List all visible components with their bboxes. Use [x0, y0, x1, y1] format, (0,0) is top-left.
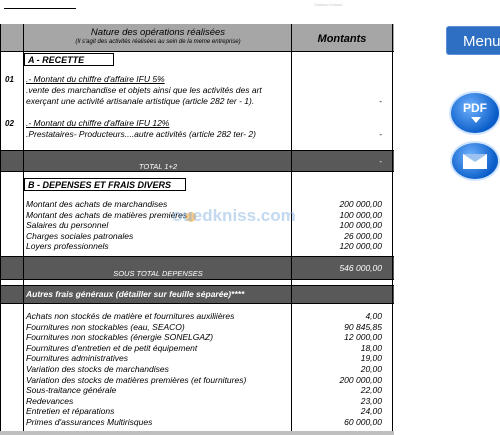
expense-label: Loyers professionnels [26, 241, 109, 251]
expense-value[interactable]: 20,00 [292, 364, 382, 374]
expense-value[interactable]: 90 845,85 [292, 322, 382, 332]
expense-label: Montant des achats de matières premières [26, 209, 188, 220]
row-num-01: 01 [5, 75, 14, 84]
autres-header-row: Autres frais généraux (détailler sur feu… [0, 285, 394, 304]
envelope-flap [463, 154, 487, 162]
grid-line [23, 24, 24, 435]
sous-total-label: SOUS TOTAL DEPENSES [113, 269, 203, 278]
watermark-logo: ouedkniss.com [172, 206, 296, 225]
section-recette: A - RECETTE [24, 53, 114, 66]
total-row: TOTAL 1+2 - [0, 150, 394, 172]
grid-line [392, 24, 393, 435]
expense-value[interactable]: 24,00 [292, 406, 382, 416]
table-header: Nature des opérations réalisées (Il s'ag… [0, 24, 394, 52]
recette-1-desc1: .vente des marchandise et objets ainsi q… [26, 85, 262, 95]
total-value[interactable]: - [292, 156, 382, 166]
expense-label: Fournitures administratives [26, 353, 129, 364]
sous-total-value[interactable]: 546 000,00 [292, 263, 382, 273]
expense-label: Variation des stocks de matières premièr… [26, 374, 247, 385]
expense-label: Sous-traitance générale [26, 385, 117, 396]
expense-value[interactable]: 12 000,00 [292, 332, 382, 342]
expense-value[interactable]: 100 000,00 [292, 220, 382, 230]
section-depenses: B - DEPENSES ET FRAIS DIVERS [24, 178, 186, 191]
top-rule [4, 8, 76, 9]
expense-value[interactable]: 18,00 [292, 343, 382, 353]
expense-label: Redevances [26, 395, 74, 406]
expense-label: Variation des stocks de marchandises [26, 364, 169, 374]
menu-button[interactable]: Menu [446, 26, 500, 55]
recette-2-title: .- Montant du chiffre d'affaire IFU 12% [26, 118, 170, 128]
top-right-note: Sadaam Kababi [314, 2, 343, 7]
expense-value[interactable]: 100 000,00 [292, 210, 382, 220]
sheet-tab-strip [0, 431, 394, 435]
expense-value[interactable]: 19,00 [292, 353, 382, 363]
expense-label: Montant des achats de marchandises [26, 199, 168, 209]
recette-2-desc1: .Prestataires- Producteurs....autre acti… [26, 129, 256, 139]
expense-value[interactable]: 4,00 [292, 311, 382, 321]
pdf-download-icon[interactable]: PDF [449, 91, 500, 135]
expense-value[interactable]: 120 000,00 [292, 241, 382, 251]
header-subtitle: (Il s'agit des activités réalisées au se… [75, 39, 241, 45]
recette-2-value[interactable]: - [292, 129, 382, 139]
recette-1-desc2: exerçant une activité artisanale artisti… [26, 96, 255, 106]
download-arrow-icon [471, 117, 481, 123]
recette-1-value[interactable]: - [292, 96, 382, 106]
expense-label: Salaires du personnel [26, 220, 109, 230]
total-label: TOTAL 1+2 [138, 162, 178, 171]
envelope-icon[interactable] [450, 141, 500, 181]
spreadsheet: Sadaam Kababi Nature des opérations réal… [0, 0, 394, 435]
expense-value[interactable]: 26 000,00 [292, 231, 382, 241]
grid-line [291, 24, 292, 435]
row-num-02: 02 [5, 119, 14, 128]
expense-label: Charges sociales patronales [26, 230, 134, 241]
expense-label: Fournitures d'entretien et de petit équi… [26, 342, 198, 353]
pdf-label: PDF [463, 101, 487, 115]
expense-label: Fournitures non stockables (eau, SEACO) [26, 321, 185, 332]
recette-1-title: .- Montant du chiffre d'affaire IFU 5% [26, 74, 165, 84]
header-amount: Montants [317, 33, 367, 45]
section-autres: Autres frais généraux (détailler sur feu… [26, 289, 245, 299]
expense-label: Achats non stockés de matière et fournit… [26, 311, 235, 321]
sous-total-row: SOUS TOTAL DEPENSES 546 000,00 [0, 256, 394, 280]
expense-value[interactable]: 200 000,00 [292, 375, 382, 385]
expense-value[interactable]: 23,00 [292, 396, 382, 406]
expense-label: Primes d'assurances Multirisques [26, 417, 153, 427]
expense-value[interactable]: 200 000,00 [292, 199, 382, 209]
expense-value[interactable]: 60 000,00 [292, 417, 382, 427]
expense-label: Fournitures non stockables (énergie SONE… [26, 332, 214, 343]
expense-label: Entretien et réparations [26, 406, 115, 417]
grid-line [0, 24, 1, 435]
expense-value[interactable]: 22,00 [292, 385, 382, 395]
header-title: Nature des opérations réalisées [90, 27, 226, 38]
